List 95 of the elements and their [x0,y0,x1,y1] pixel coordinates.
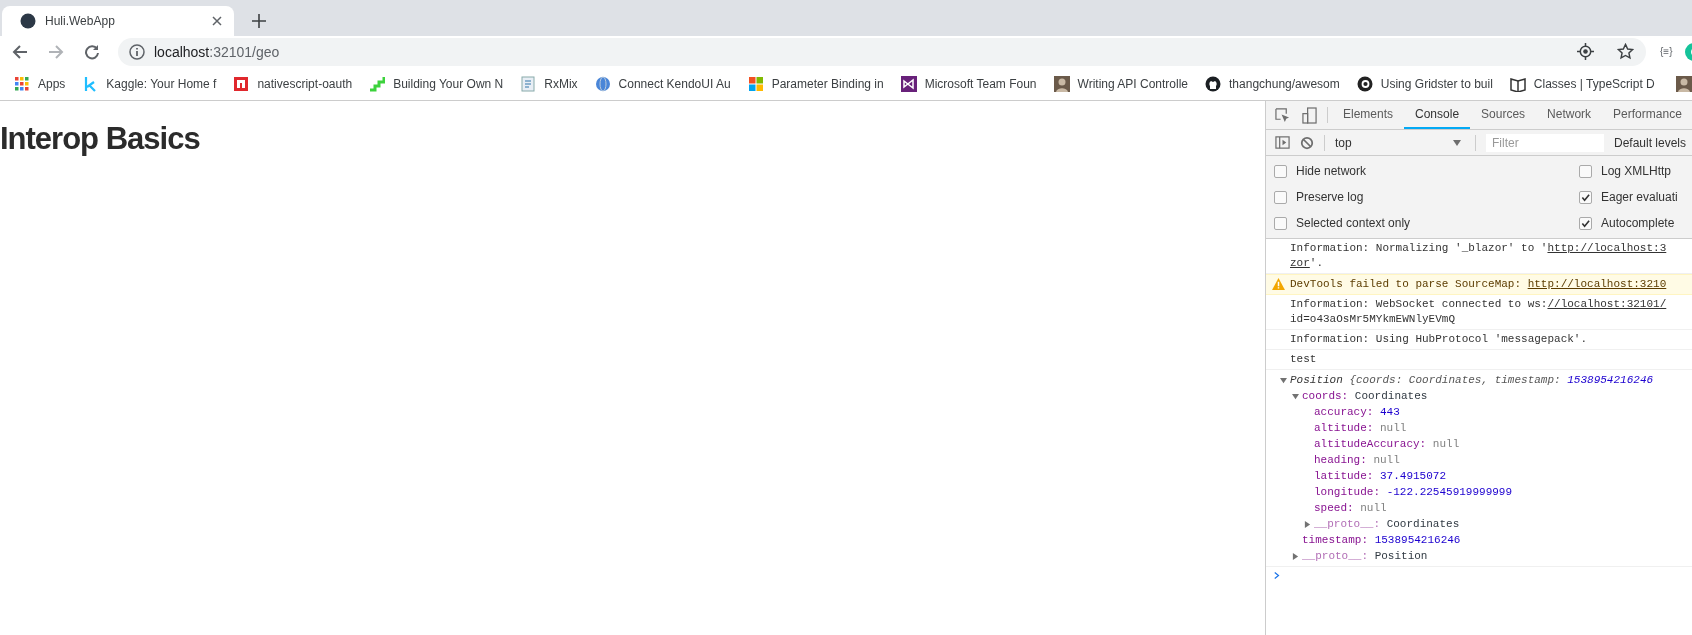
ribbon-logo-icon [900,75,917,92]
checkbox[interactable] [1579,216,1592,230]
setting-label: Preserve log [1296,190,1364,204]
console-message: DevTools failed to parse SourceMap: http://localhost:3210 [1290,277,1668,292]
caret-icon[interactable] [1304,520,1311,528]
console-message: Information: Using HubProtocol 'messagepack'. [1290,332,1589,347]
device-icon[interactable] [1302,106,1317,124]
devtools-tab[interactable]: Network [1536,101,1603,129]
book-icon [1509,75,1526,92]
bookmark[interactable]: Parameter Binding in [771,76,884,91]
console-object: Position {coords: Coordinates, timestamp: 1538954216246 [1290,372,1654,388]
console-link[interactable]: zor [1290,257,1310,269]
context-value: top [1335,135,1352,150]
globe-icon [594,75,611,92]
console-message: id=o43aOsMr5MYkmEWNlyEVmQ [1290,312,1457,327]
console-property: coords: Coordinates [1302,388,1428,404]
new-tab-icon[interactable] [252,14,266,28]
circle-logo-icon [1356,75,1373,92]
console-message: Information: Normalizing '_blazor' to 'http://localhost:3 [1290,241,1668,256]
console-link[interactable]: http://localhost:3210 [1527,278,1667,290]
info-icon [129,43,145,60]
check-icon [1581,218,1590,228]
checkbox[interactable] [1274,190,1287,204]
four-squares-icon [747,75,764,92]
console-message: Information: WebSocket connected to ws://localhost:32101/ [1290,297,1668,312]
devtools-tab[interactable]: Performance [1602,101,1692,129]
bookmark[interactable]: Connect KendoUI Au [618,76,731,91]
reload-icon[interactable] [84,43,100,60]
bookmark[interactable]: Writing API Controlle [1077,76,1189,91]
console-link[interactable]: http://localhost:3 [1547,242,1667,254]
check-icon [1581,192,1590,202]
bookmark[interactable]: Using Gridster to buil [1380,76,1493,91]
star-icon[interactable] [1617,43,1634,60]
caret-icon[interactable] [1292,552,1299,560]
apps-icon [14,75,30,92]
avatar-icon [1053,75,1070,92]
checkbox[interactable] [1274,164,1287,178]
bookmark[interactable]: thangchung/awesom [1229,76,1340,91]
close-icon[interactable] [212,16,222,26]
console-property: latitude: 37.4915072 [1314,468,1447,484]
url-path: :32101/geo [209,43,280,60]
caret-icon [1453,138,1461,147]
setting-label: Autocomplete [1601,216,1675,230]
caret-icon[interactable] [1280,376,1287,384]
devtools-tab[interactable]: Sources [1470,101,1537,129]
favicon-icon [20,13,36,29]
levels-dropdown[interactable]: Default levels [1614,135,1687,150]
browser-tab[interactable]: Huli.WebApp [2,6,234,36]
console-message: test [1290,352,1318,367]
inspect-icon[interactable] [1275,107,1290,123]
bookmark[interactable]: Building Your Own N [393,76,504,91]
checkbox[interactable] [1579,164,1592,178]
checkbox[interactable] [1579,190,1592,204]
bookmark[interactable]: nativescript-oauth [257,76,353,91]
round-logo-icon [1205,75,1222,92]
console-property: altitude: null [1314,420,1407,436]
tab-title: Huli.WebApp [45,14,116,28]
console-property: altitudeAccuracy: null [1314,436,1460,452]
console-property: heading: null [1314,452,1400,468]
console-property: timestamp: 1538954216246 [1302,532,1461,548]
console-link[interactable]: //localhost:32101/ [1547,298,1667,310]
chevron-icon[interactable] [1274,571,1280,580]
devtools-tab[interactable]: Elements [1332,101,1405,129]
console-message: zor'. [1290,256,1324,271]
document-icon [520,75,537,92]
address-bar[interactable]: localhost:32101/geo [118,37,1646,66]
console-property: __proto__: Position [1302,548,1428,564]
back-icon[interactable] [12,43,28,60]
caret-icon[interactable] [1292,392,1299,400]
context-select[interactable]: top [1335,135,1465,150]
bookmark[interactable]: Apps [38,76,66,91]
console-property: speed: null [1314,500,1387,516]
console-property: accuracy: 443 [1314,404,1400,420]
console-property: longitude: -122.22545919999999 [1314,484,1513,500]
avatar-icon [1675,75,1692,92]
checkbox[interactable] [1274,216,1287,230]
setting-label: Selected context only [1296,216,1411,230]
filter-field[interactable]: Filter [1486,133,1604,152]
square-logo-icon [233,75,250,92]
bookmark[interactable]: RxMix [544,76,578,91]
page-heading: Interop Basics [0,121,200,157]
url-host: localhost [154,43,210,60]
bookmark[interactable]: Kaggle: Your Home f [106,76,217,91]
bookmark[interactable]: Microsoft Team Foun [924,76,1037,91]
bookmark[interactable]: Classes | TypeScript D [1533,76,1655,91]
setting-label: Log XMLHttp [1601,164,1672,178]
warning-icon [1272,278,1285,290]
location-icon[interactable] [1577,43,1594,60]
stairs-icon [369,75,386,92]
setting-label: Hide network [1296,164,1367,178]
sidebar-icon[interactable] [1275,135,1290,150]
extension-button[interactable]: {≡} [1660,46,1673,57]
console-property: __proto__: Coordinates [1314,516,1460,532]
setting-label: Eager evaluati [1601,190,1678,204]
clear-icon[interactable] [1300,135,1314,150]
